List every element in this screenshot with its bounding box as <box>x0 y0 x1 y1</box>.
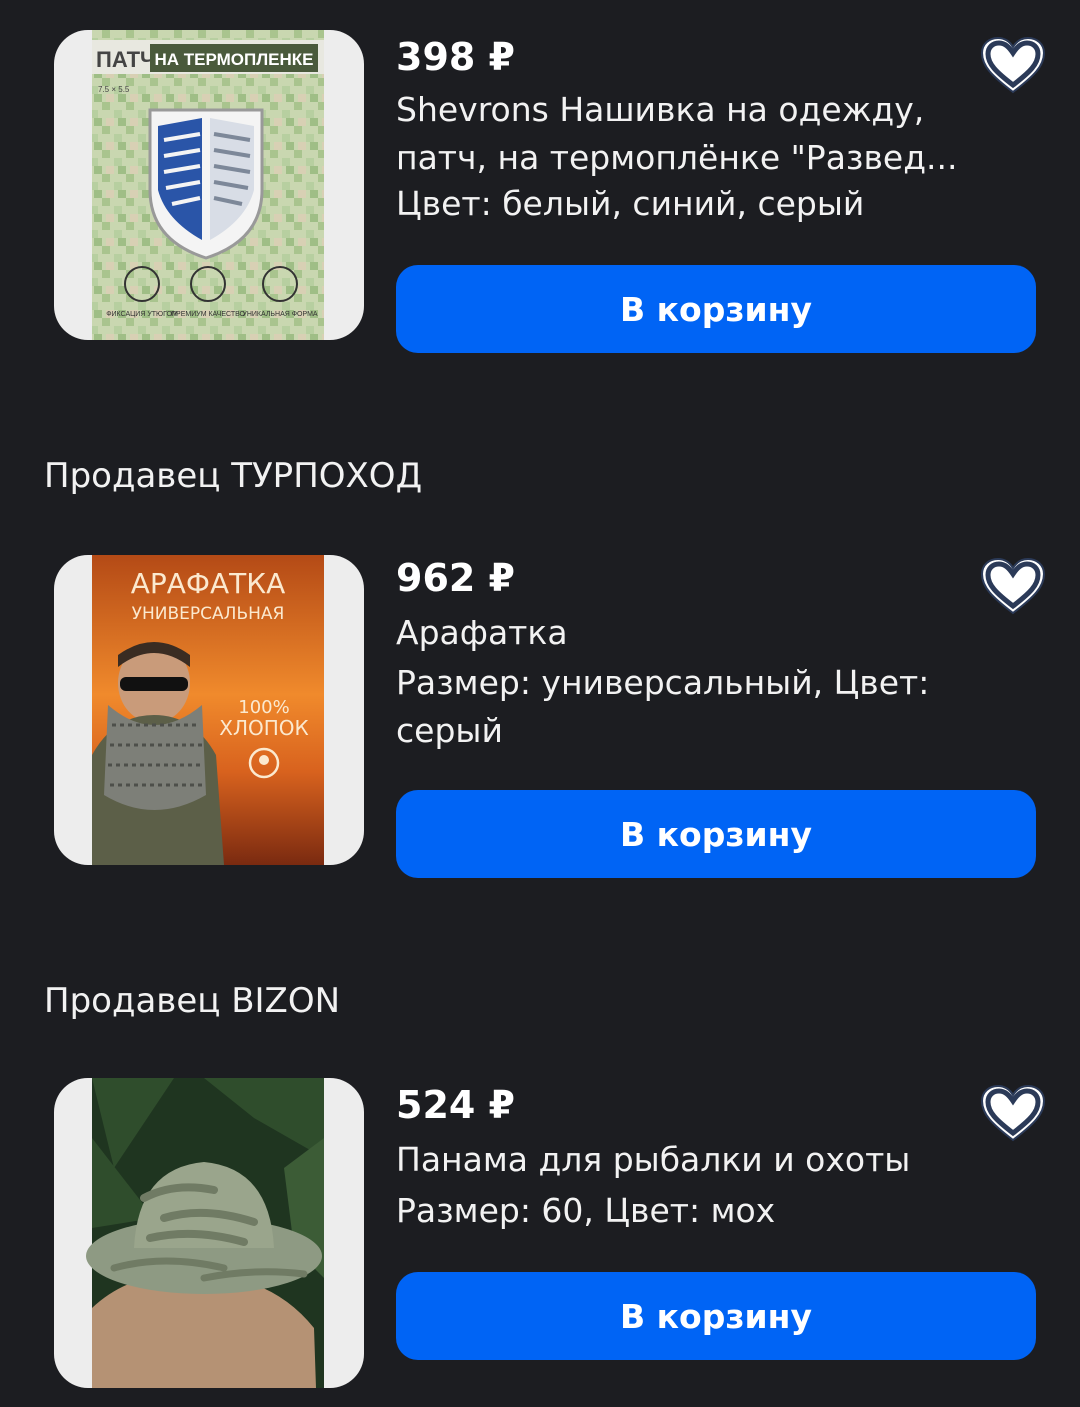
arafatka-subline: УНИВЕРСАЛЬНАЯ <box>132 604 285 624</box>
favorite-heart-icon[interactable] <box>978 34 1048 98</box>
add-to-cart-button[interactable]: В корзину <box>396 1272 1036 1360</box>
product-card: ПАТЧ НА ТЕРМОПЛЕНКЕ 7.5 × 5.5 ФИКСАЦИЯ У… <box>0 30 1080 360</box>
product-variant: Размер: универсальный, Цвет: серый <box>396 663 930 750</box>
patch-size-note: 7.5 × 5.5 <box>98 85 130 94</box>
arafatka-material-pct: 100% <box>238 697 289 718</box>
product-card: АРАФАТКА УНИВЕРСАЛЬНАЯ 100% ХЛОПОК 962 ₽… <box>0 555 1080 885</box>
product-title[interactable]: Shevrons Нашивка на одежду, патч, на тер… <box>396 86 976 182</box>
cart-product-list: ПАТЧ НА ТЕРМОПЛЕНКЕ 7.5 × 5.5 ФИКСАЦИЯ У… <box>0 0 1080 1407</box>
badge-ironing: ФИКСАЦИЯ УТЮГОМ <box>106 311 178 318</box>
product-image-arafatka[interactable]: АРАФАТКА УНИВЕРСАЛЬНАЯ 100% ХЛОПОК <box>54 555 364 865</box>
product-price: 962 ₽ <box>396 556 515 600</box>
product-price: 398 ₽ <box>396 35 515 79</box>
arafatka-image: АРАФАТКА УНИВЕРСАЛЬНАЯ 100% ХЛОПОК <box>92 555 324 865</box>
product-title[interactable]: Арафатка <box>396 609 976 657</box>
product-title[interactable]: Панама для рыбалки и охоты <box>396 1136 976 1184</box>
patch-image: ПАТЧ НА ТЕРМОПЛЕНКЕ 7.5 × 5.5 ФИКСАЦИЯ У… <box>92 30 324 340</box>
add-to-cart-button[interactable]: В корзину <box>396 265 1036 353</box>
product-price: 524 ₽ <box>396 1083 515 1127</box>
patch-header-right: НА ТЕРМОПЛЕНКЕ <box>155 50 314 69</box>
badge-unique: УНИКАЛЬНАЯ ФОРМА <box>242 311 318 318</box>
seller-label[interactable]: Продавец BIZON <box>44 981 340 1021</box>
favorite-heart-icon[interactable] <box>978 555 1048 619</box>
panama-image <box>86 1078 324 1388</box>
favorite-heart-icon[interactable] <box>978 1082 1048 1146</box>
product-variant: Цвет: белый, синий, серый <box>396 184 865 223</box>
product-card: 524 ₽ Панама для рыбалки и охоты Размер:… <box>0 1078 1080 1407</box>
seller-label[interactable]: Продавец ТУРПОХОД <box>44 456 422 496</box>
arafatka-headline: АРАФАТКА <box>131 567 286 600</box>
product-image-panama[interactable] <box>54 1078 364 1388</box>
product-image-patch[interactable]: ПАТЧ НА ТЕРМОПЛЕНКЕ 7.5 × 5.5 ФИКСАЦИЯ У… <box>54 30 364 340</box>
badge-premium: ПРЕМИУМ КАЧЕСТВО <box>171 311 246 318</box>
product-variant: Размер: 60, Цвет: мох <box>396 1191 776 1230</box>
patch-header-left: ПАТЧ <box>96 47 156 72</box>
add-to-cart-button[interactable]: В корзину <box>396 790 1036 878</box>
arafatka-material: ХЛОПОК <box>219 716 308 740</box>
